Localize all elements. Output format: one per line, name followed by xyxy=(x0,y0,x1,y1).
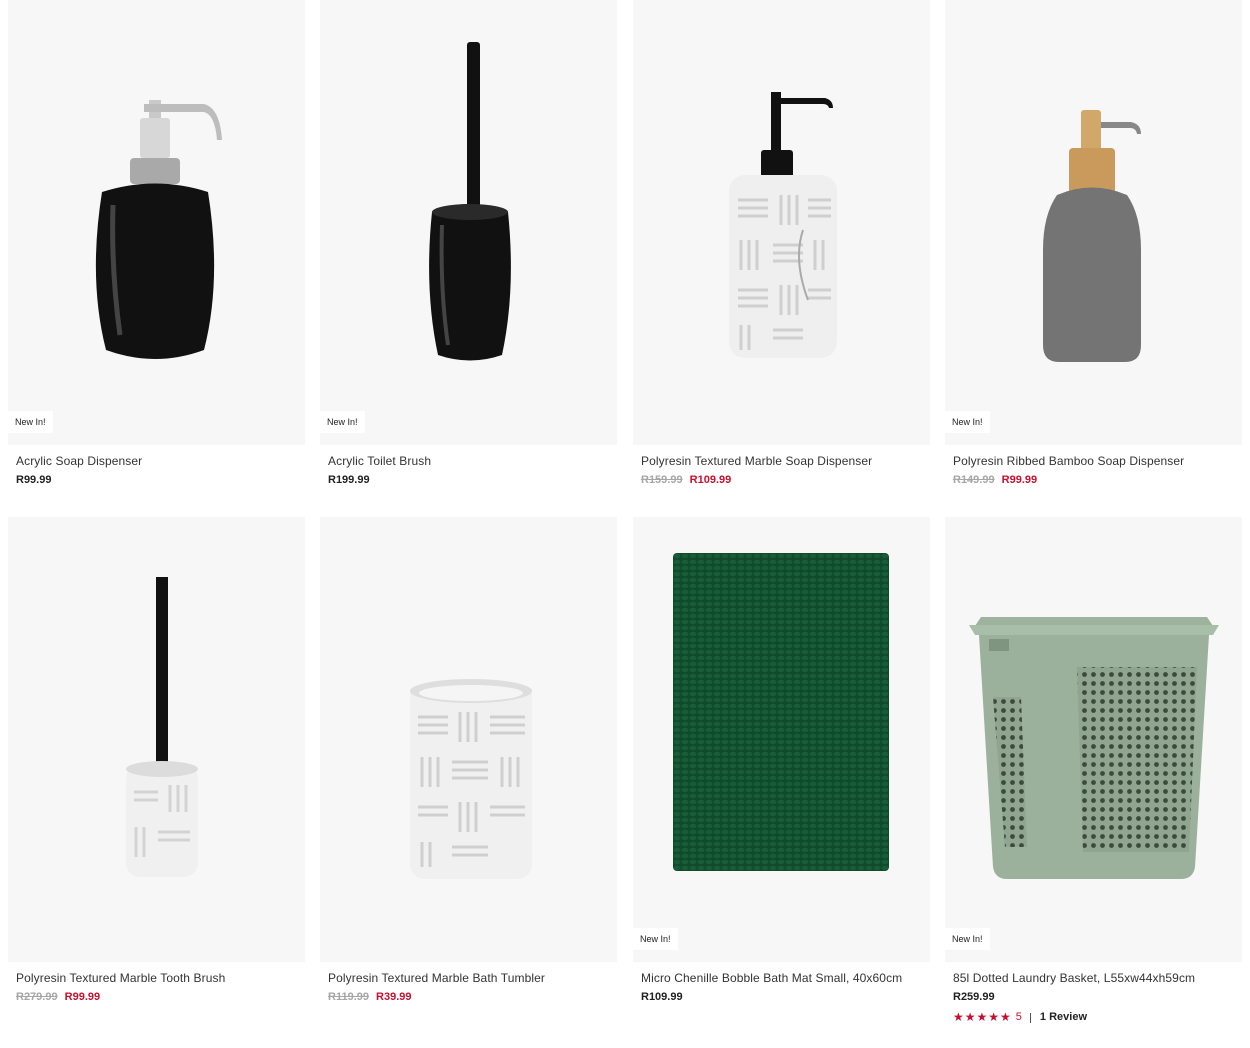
product-card[interactable]: Polyresin Textured Marble Tooth Brush R2… xyxy=(8,517,305,1004)
product-image[interactable]: New In! xyxy=(320,0,617,445)
marble-soap-dispenser-image xyxy=(729,92,837,358)
product-image[interactable]: New In! xyxy=(8,0,305,445)
price: R259.99 xyxy=(953,991,995,1003)
product-card[interactable]: New In! Acrylic Soap Dispenser R99.99 xyxy=(8,0,305,487)
bamboo-soap-dispenser-image xyxy=(1043,110,1141,362)
product-name[interactable]: Micro Chenille Bobble Bath Mat Small, 40… xyxy=(641,971,922,985)
product-card[interactable]: Polyresin Textured Marble Soap Dispenser… xyxy=(633,0,930,487)
new-in-badge: New In! xyxy=(8,411,53,433)
price: R109.99 xyxy=(641,991,683,1003)
product-name[interactable]: Polyresin Textured Marble Bath Tumbler xyxy=(328,971,609,985)
product-card[interactable]: New In! 85l Dotted Laundry Basket, L55xw… xyxy=(945,517,1242,1024)
product-price: R199.99 xyxy=(328,474,609,487)
new-in-badge: New In! xyxy=(945,411,990,433)
product-image[interactable]: New In! xyxy=(945,517,1242,962)
product-price: R149.99 R99.99 xyxy=(953,474,1234,487)
rating-divider xyxy=(1029,1012,1031,1023)
sale-price: R109.99 xyxy=(689,474,732,486)
product-card[interactable]: New In! Polyresin Ribbed Bamboo Soap Dis… xyxy=(945,0,1242,487)
sale-price: R99.99 xyxy=(64,991,101,1003)
product-image[interactable]: New In! xyxy=(633,517,930,962)
product-name[interactable]: 85l Dotted Laundry Basket, L55xw44xh59cm xyxy=(953,971,1234,985)
tooth-brush-holder-image xyxy=(126,577,198,877)
star-icon: ★★★★★ xyxy=(953,1010,1012,1024)
price: R199.99 xyxy=(328,474,370,486)
bath-mat-image xyxy=(673,553,889,871)
new-in-badge: New In! xyxy=(633,928,678,950)
product-image[interactable]: New In! xyxy=(945,0,1242,445)
product-image[interactable] xyxy=(320,517,617,962)
product-price: R259.99 xyxy=(953,991,1234,1004)
product-price: R99.99 xyxy=(16,474,297,487)
original-price: R119.99 xyxy=(328,991,369,1003)
original-price: R149.99 xyxy=(953,474,995,486)
original-price: R279.99 xyxy=(16,991,58,1003)
product-rating[interactable]: ★★★★★ 5 1 Review xyxy=(953,1011,1234,1024)
toilet-brush-image xyxy=(429,42,511,361)
laundry-basket-image xyxy=(969,617,1219,879)
price: R99.99 xyxy=(16,474,52,486)
rating-score: 5 xyxy=(1015,1011,1022,1023)
bath-tumbler-image xyxy=(410,679,532,879)
sale-price: R99.99 xyxy=(1001,474,1038,486)
original-price: R159.99 xyxy=(641,474,683,486)
sale-price: R39.99 xyxy=(376,991,412,1003)
product-name[interactable]: Polyresin Ribbed Bamboo Soap Dispenser xyxy=(953,454,1234,468)
product-price: R119.99 R39.99 xyxy=(328,991,609,1004)
product-image[interactable] xyxy=(633,0,930,445)
product-card[interactable]: New In! Micro Chenille Bobble Bath Mat S… xyxy=(633,517,930,1004)
new-in-badge: New In! xyxy=(320,411,365,433)
product-price: R159.99 R109.99 xyxy=(641,474,922,487)
product-image[interactable] xyxy=(8,517,305,962)
product-card[interactable]: Polyresin Textured Marble Bath Tumbler R… xyxy=(320,517,617,1004)
soap-dispenser-image xyxy=(95,100,222,359)
product-name[interactable]: Polyresin Textured Marble Soap Dispenser xyxy=(641,454,922,468)
product-name[interactable]: Polyresin Textured Marble Tooth Brush xyxy=(16,971,297,985)
product-card[interactable]: New In! Acrylic Toilet Brush R199.99 xyxy=(320,0,617,487)
review-count-link[interactable]: 1 Review xyxy=(1040,1011,1087,1024)
product-name[interactable]: Acrylic Soap Dispenser xyxy=(16,454,297,468)
product-name[interactable]: Acrylic Toilet Brush xyxy=(328,454,609,468)
product-price: R279.99 R99.99 xyxy=(16,991,297,1004)
product-price: R109.99 xyxy=(641,991,922,1004)
new-in-badge: New In! xyxy=(945,928,990,950)
